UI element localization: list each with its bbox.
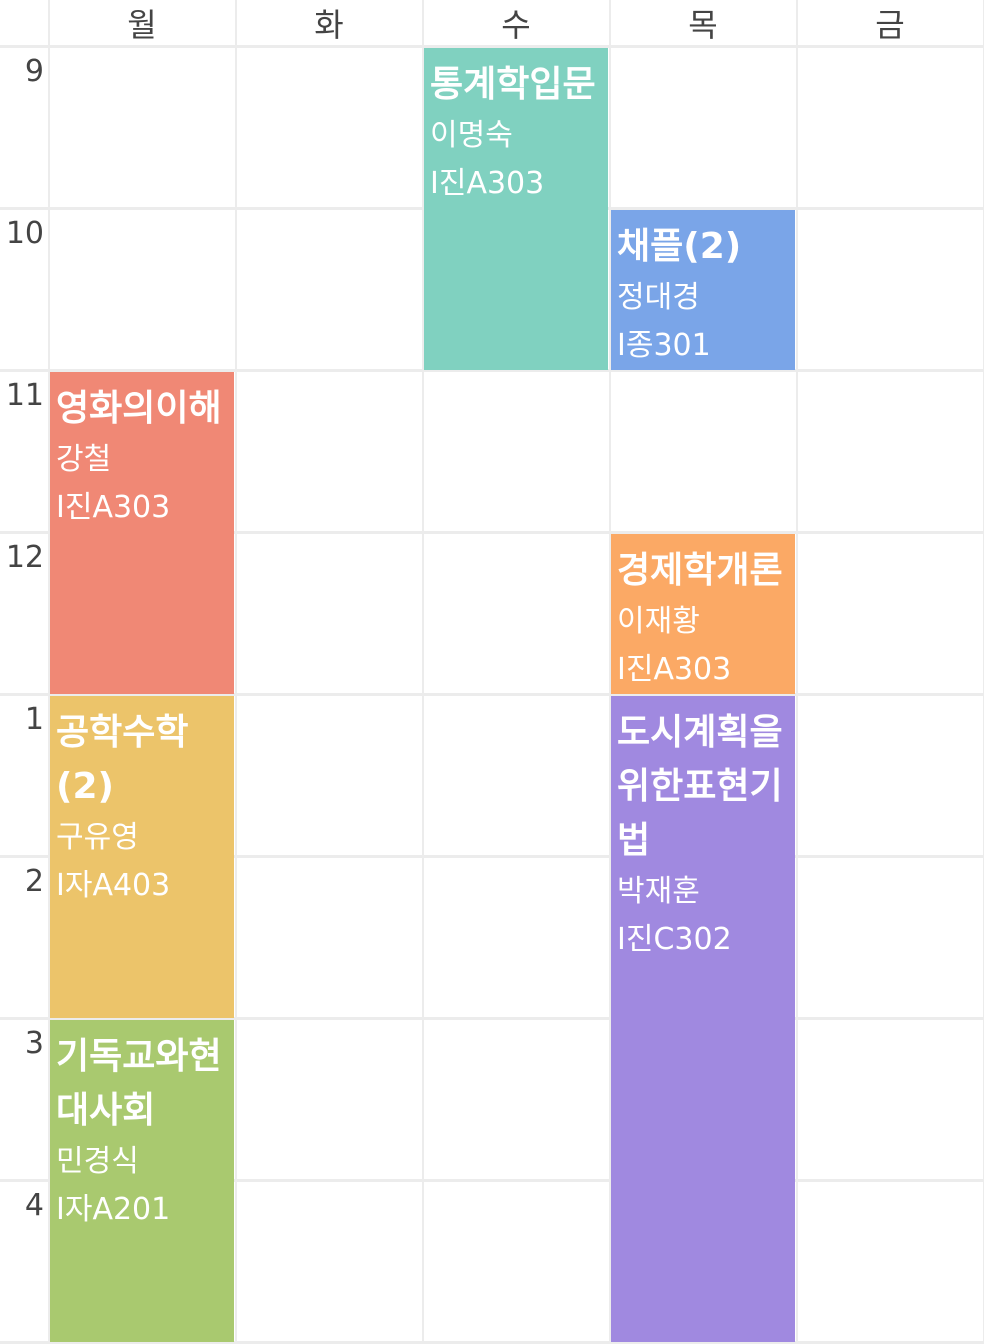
course-block[interactable]: 경제학개론이재황 I진A303 (611, 534, 795, 694)
course-title: 공학수학(2) (56, 712, 189, 807)
timetable-grid: 월 화 수 목 금 9 10 11 12 1 2 3 4 통계학입문 이명숙 I진A303 채플(2) 정대경 I종… (0, 0, 984, 1344)
course-room: I자A403 (56, 868, 171, 903)
course-room: I자A201 (56, 1192, 171, 1227)
hour-label: 1 (24, 702, 44, 737)
course-block[interactable]: 채플(2) 정대경 I종301 (611, 210, 795, 370)
course-room: I진A303 (56, 490, 171, 525)
day-header: 월 (127, 6, 157, 44)
hour-label: 10 (5, 216, 44, 251)
day-header: 목 (688, 6, 718, 44)
course-block[interactable]: 도시계획을위한표현기법박재훈 I진C302 (611, 696, 795, 1342)
course-room: I진C302 (617, 922, 732, 957)
grid-line-vertical (796, 0, 798, 1344)
course-block[interactable]: 통계학입문이명숙 I진A303 (424, 48, 608, 370)
course-room: I진A303 (617, 652, 732, 687)
course-professor: 이명숙 (430, 118, 513, 153)
hour-label: 2 (24, 864, 44, 899)
course-block[interactable]: 기독교와현대사회민경식 I자A201 (50, 1020, 234, 1342)
course-professor: 정대경 (617, 280, 700, 315)
course-block[interactable]: 영화의이해강철 I진A303 (50, 372, 234, 694)
grid-line-vertical (235, 0, 237, 1344)
course-title: 채플(2) (617, 226, 742, 267)
course-professor: 구유영 (56, 820, 139, 855)
hour-label: 9 (24, 54, 44, 89)
hour-label: 11 (5, 378, 44, 413)
course-block[interactable]: 공학수학(2) 구유영 I자A403 (50, 696, 234, 1018)
hour-label: 3 (24, 1026, 44, 1061)
course-title: 경제학개론 (617, 550, 783, 591)
course-title: 기독교와현대사회 (56, 1036, 222, 1131)
course-room: I종301 (617, 328, 711, 363)
course-room: I진A303 (430, 166, 545, 201)
hour-label: 4 (24, 1188, 44, 1223)
day-header: 화 (314, 6, 344, 44)
course-title: 영화의이해 (56, 388, 222, 429)
course-professor: 박재훈 (617, 874, 700, 909)
course-title: 통계학입문 (430, 64, 596, 105)
course-professor: 강철 (56, 442, 112, 477)
course-professor: 이재황 (617, 604, 700, 639)
day-header: 금 (875, 6, 905, 44)
hour-label: 12 (5, 540, 44, 575)
course-professor: 민경식 (56, 1144, 139, 1179)
course-title: 도시계획을위한표현기법 (617, 712, 783, 861)
day-header: 수 (501, 6, 531, 44)
